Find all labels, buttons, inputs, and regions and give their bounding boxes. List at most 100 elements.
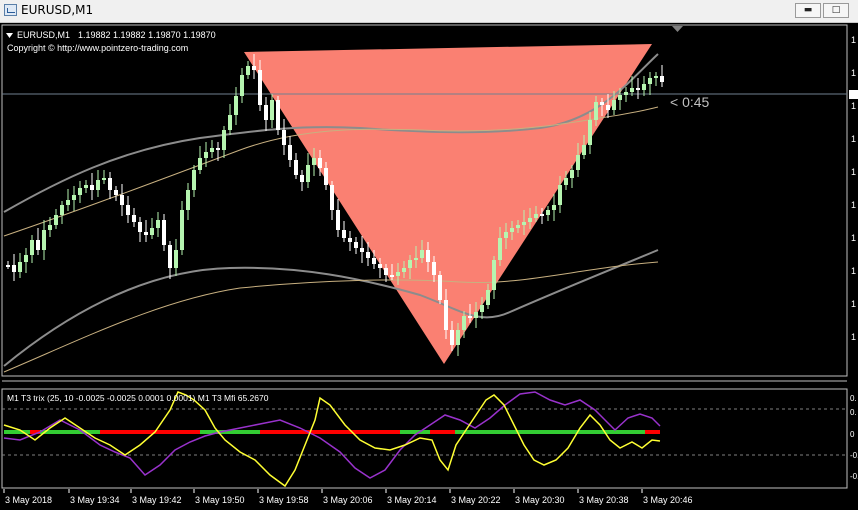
candle-body bbox=[54, 215, 58, 225]
indicator-level-label: 0. bbox=[850, 408, 857, 417]
maximize-button[interactable]: □ bbox=[823, 3, 849, 18]
candle-body bbox=[444, 300, 448, 330]
candle-body bbox=[642, 84, 646, 90]
candle-body bbox=[84, 185, 88, 188]
time-axis-label: 3 May 20:06 bbox=[323, 495, 373, 505]
price-axis-label: 1 bbox=[851, 200, 856, 210]
candle-body bbox=[318, 158, 322, 168]
time-axis-label: 3 May 19:50 bbox=[195, 495, 245, 505]
candle-body bbox=[216, 148, 220, 150]
candle-body bbox=[330, 185, 334, 210]
candle-body bbox=[402, 268, 406, 272]
candle-body bbox=[474, 312, 478, 318]
candle-body bbox=[534, 214, 538, 218]
chart-ohlc-label: 1.19882 1.19882 1.19870 1.19870 bbox=[78, 30, 216, 40]
price-axis-label: 1 bbox=[851, 134, 856, 144]
candle-body bbox=[108, 178, 112, 190]
candle-body bbox=[588, 120, 592, 145]
candle-body bbox=[516, 225, 520, 228]
chart-area[interactable]: EURUSD,M1 1.19882 1.19882 1.19870 1.1987… bbox=[0, 23, 858, 510]
candle-body bbox=[486, 290, 490, 305]
candle-body bbox=[228, 115, 232, 130]
time-axis-label: 3 May 20:46 bbox=[643, 495, 693, 505]
candle-body bbox=[504, 232, 508, 238]
chart-canvas[interactable]: EURUSD,M1 1.19882 1.19882 1.19870 1.1987… bbox=[0, 23, 858, 510]
candle-body bbox=[336, 210, 340, 230]
window-title: EURUSD,M1 bbox=[21, 3, 94, 17]
candle-body bbox=[198, 158, 202, 170]
bar-timer-label: < 0:45 bbox=[670, 94, 710, 110]
candle-body bbox=[156, 220, 160, 228]
candle-body bbox=[288, 145, 292, 160]
candle-body bbox=[234, 96, 238, 115]
shift-marker-icon[interactable] bbox=[672, 26, 683, 32]
candle-body bbox=[498, 238, 502, 260]
candle-body bbox=[174, 250, 178, 268]
time-axis-label: 3 May 19:42 bbox=[132, 495, 182, 505]
candle-body bbox=[66, 200, 70, 205]
candle-body bbox=[36, 240, 40, 250]
minimize-button[interactable]: ▬ bbox=[795, 3, 821, 18]
candle-body bbox=[168, 245, 172, 268]
candle-body bbox=[24, 255, 28, 262]
candle-body bbox=[630, 88, 634, 92]
candle-body bbox=[240, 75, 244, 96]
candle-body bbox=[552, 205, 556, 210]
candle-body bbox=[546, 210, 550, 215]
candle-body bbox=[594, 102, 598, 120]
candle-body bbox=[426, 250, 430, 262]
time-axis-label: 3 May 20:14 bbox=[387, 495, 437, 505]
title-bar: EURUSD,M1 ▬ □ bbox=[0, 0, 858, 23]
candle-body bbox=[366, 252, 370, 258]
candle-body bbox=[480, 305, 484, 312]
candle-body bbox=[6, 265, 10, 267]
candle-body bbox=[408, 260, 412, 268]
trix-line bbox=[3, 391, 661, 488]
candle-body bbox=[12, 265, 16, 272]
candle-body bbox=[528, 218, 532, 222]
candle-body bbox=[306, 165, 310, 182]
candle-body bbox=[618, 95, 622, 100]
chart-menu-arrow-icon[interactable] bbox=[6, 33, 13, 38]
candle-body bbox=[312, 158, 316, 165]
candle-body bbox=[636, 88, 640, 90]
candle-body bbox=[492, 260, 496, 290]
candle-body bbox=[30, 240, 34, 255]
candle-body bbox=[78, 188, 82, 195]
candle-body bbox=[162, 220, 166, 245]
candle-body bbox=[354, 242, 358, 248]
candle-body bbox=[396, 272, 400, 276]
price-axis-label: 1 bbox=[851, 332, 856, 342]
candle-body bbox=[384, 268, 388, 275]
price-axis-label: 1 bbox=[851, 101, 856, 111]
candle-body bbox=[246, 66, 250, 75]
candle-body bbox=[102, 178, 106, 180]
candle-body bbox=[558, 185, 562, 205]
indicator-level-label: 0 bbox=[850, 430, 855, 439]
candle-body bbox=[72, 195, 76, 200]
candle-body bbox=[648, 78, 652, 84]
time-axis-label: 3 May 2018 bbox=[5, 495, 52, 505]
candle-body bbox=[180, 210, 184, 250]
candle-body bbox=[390, 275, 394, 277]
candle-body bbox=[624, 92, 628, 95]
candle-body bbox=[264, 105, 268, 120]
time-axis: 3 May 2018 3 May 19:34 3 May 19:42 3 May 19… bbox=[3, 489, 693, 505]
time-axis-label: 3 May 20:22 bbox=[451, 495, 501, 505]
candle-body bbox=[432, 262, 436, 275]
candle-body bbox=[582, 145, 586, 155]
candle-body bbox=[540, 214, 544, 216]
candle-body bbox=[420, 250, 424, 258]
candle-body bbox=[222, 130, 226, 150]
candle-body bbox=[132, 215, 136, 222]
terminal-window: EURUSD,M1 ▬ □ EURUSD,M1 1.19882 1.19882 … bbox=[0, 0, 858, 510]
candle-body bbox=[282, 130, 286, 145]
candle-body bbox=[186, 190, 190, 210]
copyright-label: Copyright © http://www.pointzero-trading… bbox=[7, 43, 188, 53]
candle-body bbox=[468, 316, 472, 318]
candle-body bbox=[342, 230, 346, 238]
candle-body bbox=[378, 264, 382, 268]
candle-body bbox=[456, 330, 460, 345]
candle-body bbox=[324, 168, 328, 185]
indicator-level-label: -0. bbox=[850, 451, 858, 460]
